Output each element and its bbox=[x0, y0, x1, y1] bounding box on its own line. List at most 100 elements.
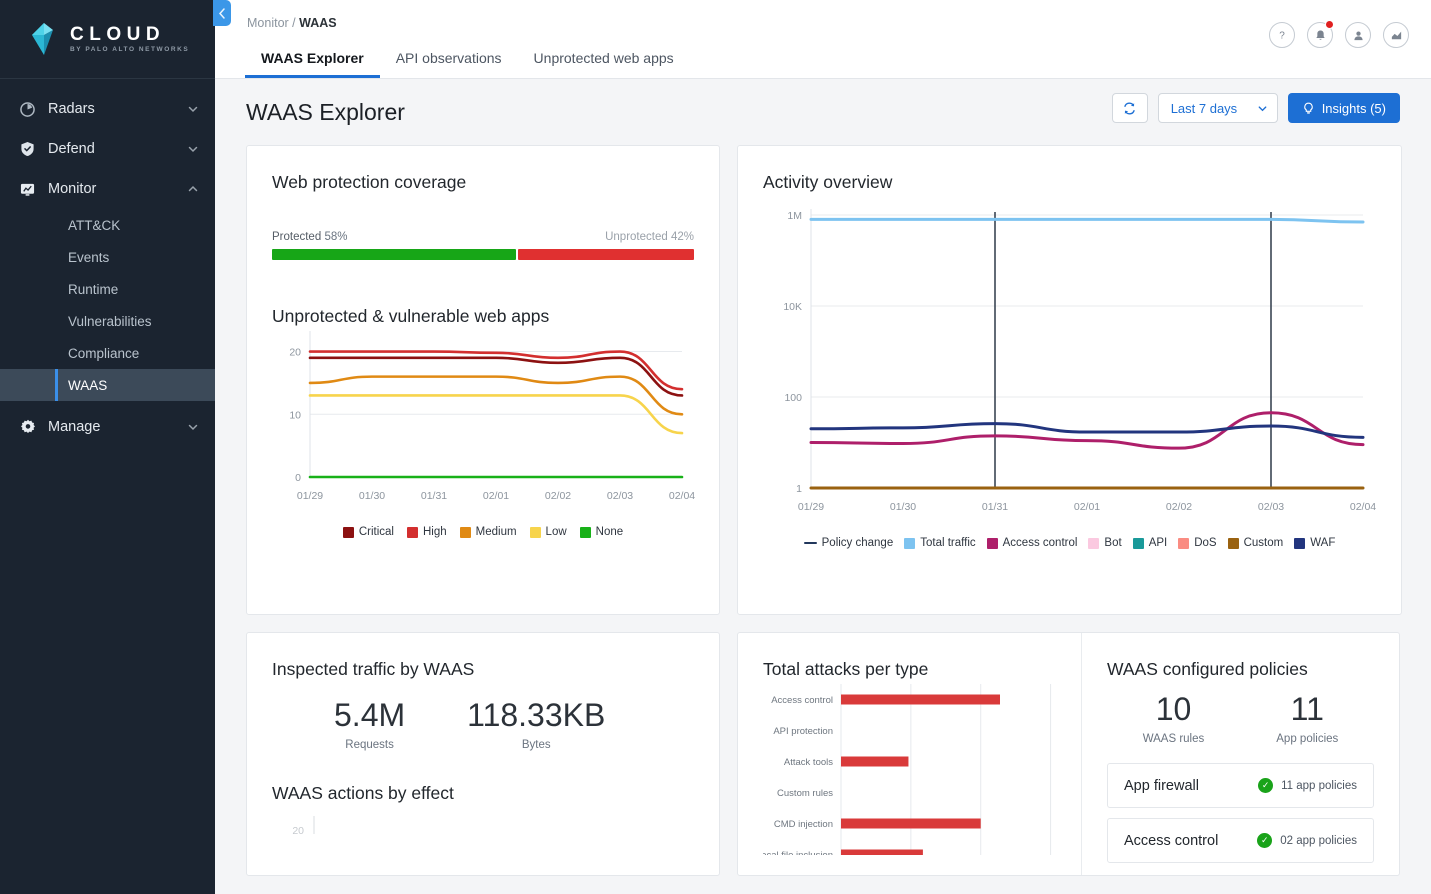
sidebar: CLOUD BY PALO ALTO NETWORKS Radars Defen… bbox=[0, 0, 215, 894]
legend-item[interactable]: Critical bbox=[343, 526, 394, 538]
legend-item[interactable]: Low bbox=[530, 526, 567, 538]
svg-text:CMD injection: CMD injection bbox=[774, 819, 833, 830]
svg-text:02/03: 02/03 bbox=[1258, 501, 1284, 513]
legend-item[interactable]: Custom bbox=[1228, 537, 1284, 549]
web-protection-coverage-card: Web protection coverage Protected 58% Un… bbox=[246, 145, 720, 615]
stat-waas-rules: 10 WAAS rules bbox=[1143, 690, 1205, 745]
legend-swatch bbox=[460, 527, 471, 538]
breadcrumb-current: WAAS bbox=[299, 16, 337, 30]
chevron-down-icon bbox=[187, 421, 199, 433]
svg-text:01/31: 01/31 bbox=[982, 501, 1008, 513]
sidebar-item-label: Defend bbox=[48, 141, 187, 157]
brand-logo[interactable]: CLOUD BY PALO ALTO NETWORKS bbox=[0, 0, 215, 79]
stat-label: Requests bbox=[334, 739, 405, 751]
legend-item[interactable]: DoS bbox=[1178, 537, 1216, 549]
policy-row-app-firewall[interactable]: App firewall ✓ 11 app policies bbox=[1107, 763, 1374, 808]
stat-label: WAAS rules bbox=[1143, 733, 1205, 745]
sidebar-item-defend[interactable]: Defend bbox=[0, 129, 215, 169]
tab-waas-explorer[interactable]: WAAS Explorer bbox=[245, 50, 380, 78]
breadcrumb-parent[interactable]: Monitor bbox=[247, 16, 289, 30]
legend-label: API bbox=[1149, 537, 1168, 549]
legend-swatch bbox=[1178, 538, 1189, 549]
sidebar-item-waas[interactable]: WAAS bbox=[0, 369, 215, 401]
svg-text:Access control: Access control bbox=[771, 695, 833, 706]
sidebar-item-events[interactable]: Events bbox=[0, 241, 215, 273]
activity-overview-card: Activity overview 110010K1M01/2901/3001/… bbox=[737, 145, 1402, 615]
protected-bar-segment bbox=[272, 249, 516, 260]
vulnerable-apps-line-chart[interactable]: 0102001/2901/3001/3102/0102/0202/0302/04 bbox=[272, 327, 696, 522]
sidebar-item-attck[interactable]: ATT&CK bbox=[0, 209, 215, 241]
sidebar-sub-label: Runtime bbox=[68, 282, 118, 297]
protected-label: Protected 58% bbox=[272, 231, 347, 243]
chevron-down-icon bbox=[187, 143, 199, 155]
dashboard-row-1: Web protection coverage Protected 58% Un… bbox=[246, 145, 1400, 615]
help-icon[interactable]: ? bbox=[1269, 22, 1295, 48]
legend-item[interactable]: API bbox=[1133, 537, 1168, 549]
shield-icon bbox=[20, 141, 42, 157]
legend-item[interactable]: High bbox=[407, 526, 447, 538]
svg-text:02/03: 02/03 bbox=[607, 490, 633, 502]
protected-value: 58% bbox=[324, 231, 347, 243]
legend-item[interactable]: None bbox=[580, 526, 624, 538]
refresh-button[interactable] bbox=[1112, 93, 1148, 123]
notification-badge bbox=[1325, 20, 1334, 29]
lightbulb-icon bbox=[1302, 102, 1315, 115]
sidebar-item-vulnerabilities[interactable]: Vulnerabilities bbox=[0, 305, 215, 337]
legend-swatch bbox=[987, 538, 998, 549]
user-profile-icon[interactable] bbox=[1345, 22, 1371, 48]
sidebar-item-manage[interactable]: Manage bbox=[0, 407, 215, 447]
legend-item[interactable]: Bot bbox=[1088, 537, 1121, 549]
stat-app-policies: 11 App policies bbox=[1276, 690, 1338, 745]
activity-overview-line-chart[interactable]: 110010K1M01/2901/3001/3102/0102/0202/030… bbox=[763, 193, 1378, 533]
sidebar-collapse-button[interactable] bbox=[213, 0, 231, 26]
legend-item[interactable]: Access control bbox=[987, 537, 1078, 549]
page-title: WAAS Explorer bbox=[246, 99, 405, 126]
radar-icon bbox=[20, 102, 42, 117]
vuln-apps-title: Unprotected & vulnerable web apps bbox=[272, 306, 694, 327]
notifications-bell-icon[interactable] bbox=[1307, 22, 1333, 48]
legend-item[interactable]: WAF bbox=[1294, 537, 1335, 549]
svg-text:01/29: 01/29 bbox=[798, 501, 824, 513]
chevron-left-icon bbox=[218, 8, 226, 19]
tab-api-observations[interactable]: API observations bbox=[380, 50, 518, 78]
sidebar-item-radars[interactable]: Radars bbox=[0, 89, 215, 129]
legend-item[interactable]: Policy change bbox=[804, 537, 894, 549]
legend-label: Total traffic bbox=[920, 537, 975, 549]
sidebar-item-compliance[interactable]: Compliance bbox=[0, 337, 215, 369]
stat-label: Bytes bbox=[467, 739, 605, 751]
legend-swatch bbox=[904, 538, 915, 549]
waas-actions-chart-partial[interactable]: 20 bbox=[272, 804, 696, 834]
svg-text:10: 10 bbox=[289, 409, 301, 421]
legend-item[interactable]: Medium bbox=[460, 526, 517, 538]
cloud-logo-icon bbox=[30, 22, 60, 56]
tab-unprotected-web-apps[interactable]: Unprotected web apps bbox=[518, 50, 690, 78]
sidebar-item-monitor[interactable]: Monitor bbox=[0, 169, 215, 209]
unprotected-text: Unprotected bbox=[605, 231, 668, 243]
policy-row-access-control[interactable]: Access control ✓ 02 app policies bbox=[1107, 818, 1374, 863]
unprotected-value: 42% bbox=[671, 231, 694, 243]
legend-swatch bbox=[804, 542, 817, 545]
sidebar-sub-label: Compliance bbox=[68, 346, 139, 361]
insights-button[interactable]: Insights (5) bbox=[1288, 93, 1400, 123]
legend-swatch bbox=[1088, 538, 1099, 549]
dashboard-row-2: Inspected traffic by WAAS 5.4M Requests … bbox=[246, 632, 1400, 876]
svg-text:02/02: 02/02 bbox=[1166, 501, 1192, 513]
sidebar-item-runtime[interactable]: Runtime bbox=[0, 273, 215, 305]
time-range-select[interactable]: Last 7 days bbox=[1158, 93, 1278, 123]
svg-text:02/04: 02/04 bbox=[669, 490, 695, 502]
vulnerable-apps-legend: Critical High Medium Low None bbox=[272, 526, 694, 538]
svg-text:01/30: 01/30 bbox=[890, 501, 916, 513]
inspected-title: Inspected traffic by WAAS bbox=[272, 659, 694, 680]
legend-label: Medium bbox=[476, 526, 517, 538]
time-range-value: Last 7 days bbox=[1171, 101, 1238, 116]
legend-item[interactable]: Total traffic bbox=[904, 537, 975, 549]
unprotected-bar-segment bbox=[518, 249, 694, 260]
reports-chart-icon[interactable] bbox=[1383, 22, 1409, 48]
legend-label: Critical bbox=[359, 526, 394, 538]
svg-text:API protection: API protection bbox=[773, 726, 833, 737]
total-attacks-bar-chart[interactable]: Access controlAPI protectionAttack tools… bbox=[763, 680, 1057, 855]
legend-swatch bbox=[1294, 538, 1305, 549]
topbar: Monitor / WAAS WAAS Explorer API observa… bbox=[215, 0, 1431, 79]
coverage-title: Web protection coverage bbox=[272, 172, 694, 193]
inspected-traffic-card: Inspected traffic by WAAS 5.4M Requests … bbox=[246, 632, 720, 876]
